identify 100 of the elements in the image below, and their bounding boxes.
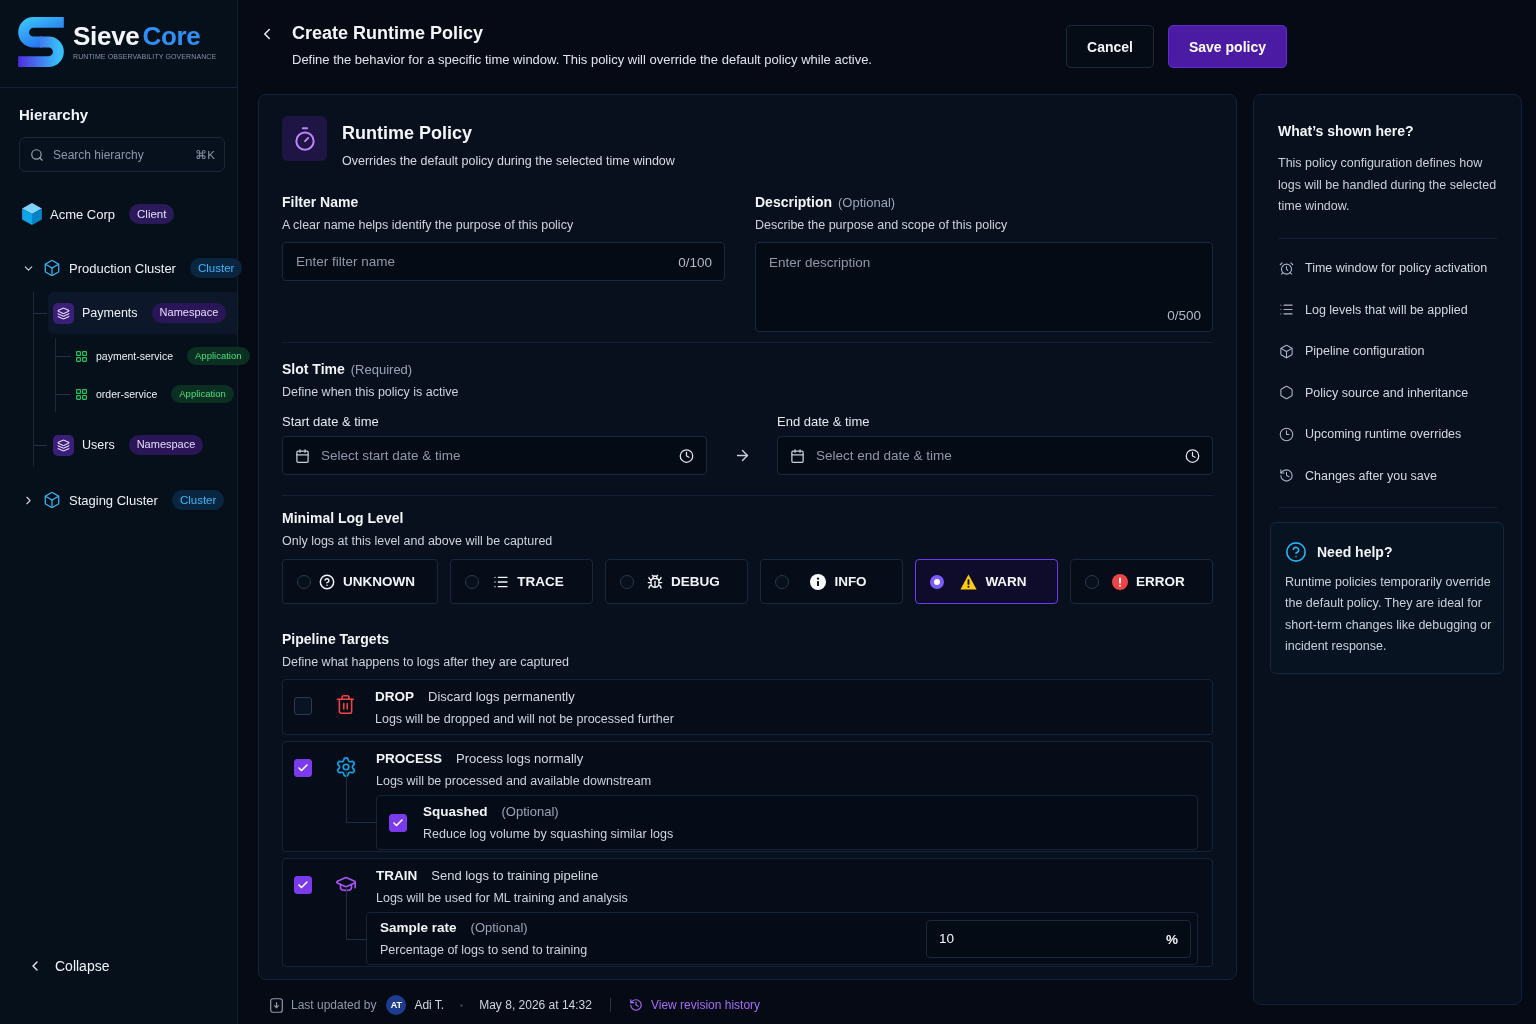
page-subtitle: Define the behavior for a specific time window. This policy will override the default policy while active. — [292, 51, 872, 69]
radio-button[interactable] — [297, 574, 311, 589]
user-name: Adi T. — [414, 998, 445, 1012]
list-icon — [1279, 302, 1294, 318]
question-icon — [319, 573, 335, 590]
type-tag: Namespace — [128, 435, 204, 455]
save-button[interactable]: Save policy — [1167, 25, 1287, 68]
section-title: Slot Time — [282, 360, 345, 378]
clock-icon — [1185, 448, 1200, 463]
layers-icon — [53, 302, 74, 324]
tree-item[interactable]: Production Cluster Cluster — [19, 248, 243, 288]
required-note: (Required) — [350, 362, 413, 377]
character-counter: 0/500 — [1167, 308, 1201, 323]
target-name: TRAIN — [376, 867, 418, 885]
radio-button[interactable] — [930, 574, 944, 589]
card-subtitle: Overrides the default policy during the selected time window — [342, 153, 675, 169]
info-item-label: Time window for policy activation — [1305, 261, 1488, 276]
type-tag: Application — [187, 347, 250, 365]
log-level-option[interactable]: UNKNOWN — [282, 559, 438, 604]
optional-note: (Optional) — [470, 919, 528, 937]
target-summary: Discard logs permanently — [428, 688, 575, 706]
updated-date: May 8, 2026 at 14:32 — [479, 998, 592, 1012]
clock-icon — [679, 448, 694, 463]
character-counter: 0/100 — [678, 254, 712, 269]
check-icon — [297, 879, 309, 891]
cube-icon — [43, 259, 61, 277]
log-level-option[interactable]: INFO — [760, 559, 903, 604]
tree-item[interactable]: Acme Corp Client — [19, 194, 175, 234]
field-label: End date & time — [777, 414, 871, 430]
optional-note: (Optional) — [501, 803, 559, 821]
info-item-label: Log levels that will be applied — [1305, 302, 1468, 317]
info-icon — [810, 573, 827, 590]
help-title: Need help? — [1317, 543, 1393, 560]
option-name: Sample rate — [380, 919, 457, 937]
target-description: Logs will be used for ML training and analysis — [376, 890, 629, 906]
radio-button[interactable] — [1085, 574, 1099, 589]
revision-history-link[interactable]: View revision history — [650, 998, 761, 1012]
log-level-option[interactable]: TRACE — [450, 559, 593, 604]
target-name: PROCESS — [376, 750, 443, 768]
logo-icon — [18, 16, 64, 67]
gear-icon — [335, 756, 357, 778]
option-description: Reduce log volume by squashing similar logs — [423, 826, 675, 842]
help-icon — [1285, 540, 1307, 563]
end-date-field[interactable]: Select end date & time — [777, 436, 1213, 475]
card-title: Runtime Policy — [342, 122, 474, 144]
option-name: Squashed — [423, 803, 488, 821]
section-title: Pipeline Targets — [282, 631, 390, 647]
bug-icon — [647, 573, 664, 590]
section-hint: Define what happens to logs after they are captured — [282, 654, 570, 670]
field-label: Filter Name — [282, 193, 359, 211]
layers-icon — [53, 434, 74, 456]
shortcut-hint: ⌘K — [195, 147, 215, 162]
section-title: Minimal Log Level — [282, 510, 404, 526]
radio-button[interactable] — [465, 574, 479, 589]
start-date-field[interactable]: Select start date & time — [282, 436, 707, 475]
panel-title: What’s shown here? — [1278, 122, 1415, 140]
cube-icon — [1279, 343, 1294, 359]
sidebar-title: Hierarchy — [19, 106, 90, 124]
check-icon — [392, 816, 404, 829]
history-icon — [628, 998, 643, 1012]
field-label: Description — [755, 193, 832, 211]
checkbox[interactable] — [389, 813, 407, 832]
log-level-option[interactable]: WARN — [915, 559, 1058, 604]
document-icon — [270, 997, 283, 1013]
grid-icon — [75, 387, 88, 401]
updated-label: Last updated by — [291, 998, 377, 1012]
check-icon — [297, 762, 309, 774]
warning-icon — [960, 573, 978, 590]
cube-icon — [22, 203, 42, 225]
checkbox[interactable] — [294, 697, 312, 715]
search-icon — [30, 147, 44, 162]
option-description: Percentage of logs to send to training — [380, 942, 589, 958]
trash-icon — [335, 694, 356, 715]
collapse-button[interactable]: Collapse — [19, 958, 110, 974]
field-hint: A clear name helps identify the purpose of this policy — [282, 217, 575, 233]
page-title: Create Runtime Policy — [292, 22, 485, 44]
clock-icon — [1279, 426, 1294, 442]
percent-unit: % — [1166, 931, 1178, 946]
info-item-label: Changes after you save — [1305, 468, 1438, 483]
radio-button[interactable] — [620, 574, 634, 589]
checkbox[interactable] — [294, 876, 312, 894]
log-level-option[interactable]: ERROR — [1070, 559, 1213, 604]
log-level-option[interactable]: DEBUG — [605, 559, 748, 604]
field-hint: Describe the purpose and scope of this policy — [755, 217, 1009, 233]
info-item-label: Pipeline configuration — [1305, 344, 1425, 359]
radio-button[interactable] — [775, 574, 789, 589]
target-name: DROP — [375, 688, 414, 706]
error-icon — [1112, 573, 1129, 590]
calendar-icon — [295, 448, 310, 463]
cube-icon — [43, 491, 61, 509]
cancel-button[interactable]: Cancel — [1066, 25, 1154, 68]
target-summary: Process logs normally — [456, 750, 584, 768]
brand-name: Sieve — [73, 23, 140, 49]
type-tag: Cluster — [171, 489, 225, 511]
grid-icon — [75, 349, 88, 363]
tree-item[interactable]: Staging Cluster Cluster — [19, 480, 225, 520]
type-tag: Cluster — [189, 257, 243, 279]
target-description: Logs will be dropped and will not be processed further — [375, 711, 675, 727]
checkbox[interactable] — [294, 759, 312, 777]
info-item-label: Upcoming runtime overrides — [1305, 427, 1462, 442]
